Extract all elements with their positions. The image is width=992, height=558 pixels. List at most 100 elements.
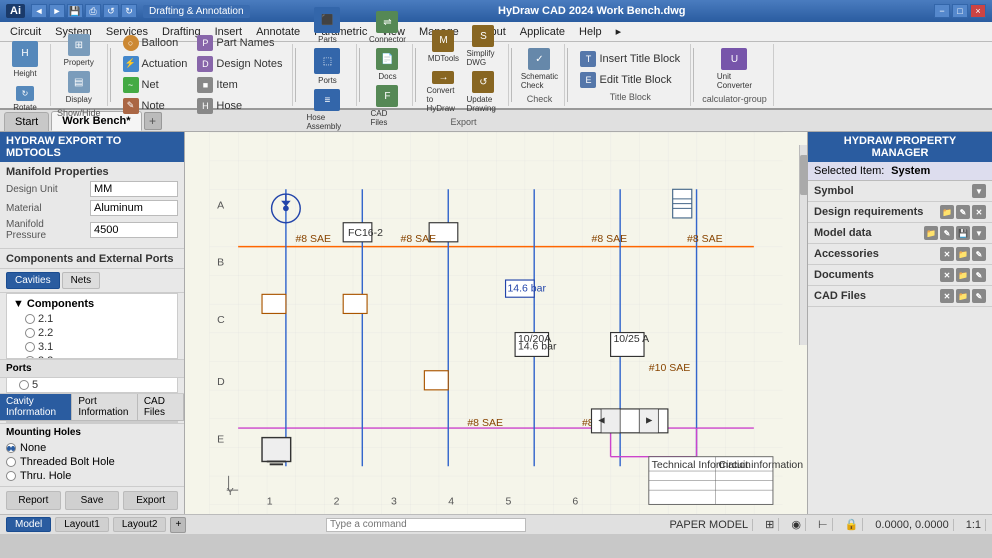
part-names-btn[interactable]: P Part Names — [193, 33, 286, 53]
design-req-edit-btn[interactable]: ✎ — [956, 205, 970, 219]
note-btn[interactable]: ✎ Note — [119, 96, 192, 116]
documents-section: Documents ✕ 📁 ✎ — [808, 265, 992, 286]
design-req-folder-btn[interactable]: 📁 — [940, 205, 954, 219]
model-data-folder-btn[interactable]: 📁 — [924, 226, 938, 240]
pressure-value[interactable]: 4500 — [90, 222, 178, 238]
port-info-tab[interactable]: Port Information — [72, 394, 137, 420]
left-panel-title: HYDRAW EXPORT TO MDTOOLS — [0, 132, 184, 162]
item-btn[interactable]: ■ Item — [193, 75, 286, 95]
minimize-btn[interactable]: − — [934, 4, 950, 18]
redo-quick[interactable]: ↻ — [121, 4, 137, 18]
parts-btn[interactable]: ⬛ Parts — [308, 5, 346, 46]
tree-item-31[interactable]: 3.1 — [13, 340, 171, 354]
design-notes-btn[interactable]: D Design Notes — [193, 54, 286, 74]
svg-text:#8 SAE: #8 SAE — [687, 233, 723, 245]
ports-btn[interactable]: ⬚ Ports — [308, 46, 346, 87]
display-format-btn[interactable]: ▤ Display — [60, 69, 98, 106]
accessories-delete-btn[interactable]: ✕ — [940, 247, 954, 261]
insert-title-block-btn[interactable]: T Insert Title Block — [576, 49, 684, 69]
accessories-folder-btn[interactable]: 📁 — [956, 247, 970, 261]
mdtools-group: M MDTools S Simplify DWG → Convert to Hy… — [418, 44, 509, 106]
export-btn[interactable]: Export — [123, 491, 178, 510]
model-tab[interactable]: Model — [6, 517, 51, 532]
save-btn[interactable]: Save — [65, 491, 120, 510]
hose-assembly-btn[interactable]: ≡ Hose Assembly — [304, 87, 350, 133]
manifold-properties-label: Manifold Properties — [6, 166, 178, 178]
cad-files-btn[interactable]: F CAD Files — [368, 83, 406, 129]
simplify-dwg-btn[interactable]: S Simplify DWG — [464, 23, 502, 69]
accessories-edit-btn[interactable]: ✎ — [972, 247, 986, 261]
model-data-edit-btn[interactable]: ✎ — [940, 226, 954, 240]
nets-tab[interactable]: Nets — [62, 272, 101, 289]
update-drawing-btn[interactable]: ↺ Update Drawing — [464, 69, 502, 115]
documents-delete-btn[interactable]: ✕ — [940, 268, 954, 282]
ports-item-5[interactable]: 5 — [7, 378, 177, 392]
quick-access-fwd[interactable]: ► — [49, 4, 65, 18]
cad-files-folder-btn[interactable]: 📁 — [956, 289, 970, 303]
mdtools-btn[interactable]: M MDTools — [424, 23, 462, 69]
menu-help[interactable]: Help — [573, 24, 608, 40]
bottom-tabs: Model Layout1 Layout2 + — [6, 517, 186, 533]
window-title: HyDraw CAD 2024 Work Bench.dwg — [250, 5, 934, 17]
design-req-delete-btn[interactable]: ✕ — [972, 205, 986, 219]
schematic-check-btn[interactable]: ✓ Schematic Check — [520, 46, 558, 92]
symbol-expand-btn[interactable]: ▼ — [972, 184, 986, 198]
menu-more[interactable]: ▸ — [610, 23, 628, 40]
rotate-btn[interactable]: ↻ Rotate — [10, 84, 40, 114]
documents-edit-btn[interactable]: ✎ — [972, 268, 986, 282]
net-btn[interactable]: ~ Net — [119, 75, 192, 95]
cavities-tab[interactable]: Cavities — [6, 272, 60, 289]
cavity-info-tab[interactable]: Cavity Information — [0, 394, 72, 420]
docs-btn[interactable]: 📄 Docs — [368, 46, 406, 83]
material-value[interactable]: Aluminum — [90, 200, 178, 216]
workspace-dropdown[interactable]: Drafting & Annotation — [143, 5, 250, 18]
design-unit-value[interactable]: MM — [90, 181, 178, 197]
mounting-threaded[interactable]: Threaded Bolt Hole — [6, 455, 178, 469]
documents-header: Documents ✕ 📁 ✎ — [814, 268, 986, 282]
close-btn[interactable]: × — [970, 4, 986, 18]
add-layout-btn[interactable]: + — [170, 517, 186, 533]
actuation-btn[interactable]: ⚡ Actuation — [119, 54, 192, 74]
svg-text:◄: ◄ — [596, 414, 606, 426]
print-quick[interactable]: ⎙ — [85, 4, 101, 18]
annotation-group: ○ Balloon ⚡ Actuation ~ Net ✎ Note — [113, 44, 294, 106]
save-quick[interactable]: 💾 — [67, 4, 83, 18]
documents-folder-btn[interactable]: 📁 — [956, 268, 970, 282]
components-section: Components and External Ports — [0, 249, 184, 269]
balloon-btn[interactable]: ○ Balloon — [119, 33, 192, 53]
cad-files-delete-btn[interactable]: ✕ — [940, 289, 954, 303]
layout2-tab[interactable]: Layout2 — [113, 517, 167, 532]
convert-hydraw-btn[interactable]: → Convert to HyDraw — [424, 69, 462, 115]
lock-icon: 🔒 — [841, 518, 864, 531]
property-btn[interactable]: ⊞ Property — [60, 32, 98, 69]
canvas-area[interactable]: A B C D E 1 2 3 4 5 6 — [185, 132, 807, 514]
model-data-expand-btn[interactable]: ▼ — [972, 226, 986, 240]
mounting-thru[interactable]: Thru. Hole — [6, 469, 178, 483]
command-input[interactable] — [326, 518, 526, 532]
unit-converter-btn[interactable]: U Unit Converter — [715, 46, 753, 92]
cad-files-tab[interactable]: CAD Files — [138, 394, 184, 420]
connector-btn[interactable]: ⇌ Connector — [368, 9, 406, 46]
layout1-tab[interactable]: Layout1 — [55, 517, 109, 532]
cad-files-edit-btn[interactable]: ✎ — [972, 289, 986, 303]
menu-applicate[interactable]: Applicate — [514, 24, 571, 40]
height-btn[interactable]: H Height — [6, 36, 44, 82]
tree-item-22[interactable]: 2.2 — [13, 326, 171, 340]
undo-quick[interactable]: ↺ — [103, 4, 119, 18]
components-tree-header[interactable]: ▼ Components — [13, 296, 171, 312]
right-scrollbar[interactable] — [799, 145, 807, 345]
model-data-header: Model data 📁 ✎ 💾 ▼ — [814, 226, 986, 240]
mounting-none[interactable]: None — [6, 441, 178, 455]
tree-item-21[interactable]: 2.1 — [13, 312, 171, 326]
grid-toggle[interactable]: ⊞ — [761, 518, 779, 531]
hose-annot-btn[interactable]: H Hose — [193, 96, 286, 116]
report-btn[interactable]: Report — [6, 491, 61, 510]
tab-start[interactable]: Start — [4, 112, 49, 131]
snap-toggle[interactable]: ◉ — [787, 518, 806, 531]
model-data-save-btn[interactable]: 💾 — [956, 226, 970, 240]
edit-title-block-btn[interactable]: E Edit Title Block — [576, 70, 684, 90]
ortho-toggle[interactable]: ⊢ — [814, 518, 833, 531]
quick-access-back[interactable]: ◄ — [31, 4, 47, 18]
maximize-btn[interactable]: □ — [952, 4, 968, 18]
svg-text:#8 SAE: #8 SAE — [592, 233, 628, 245]
